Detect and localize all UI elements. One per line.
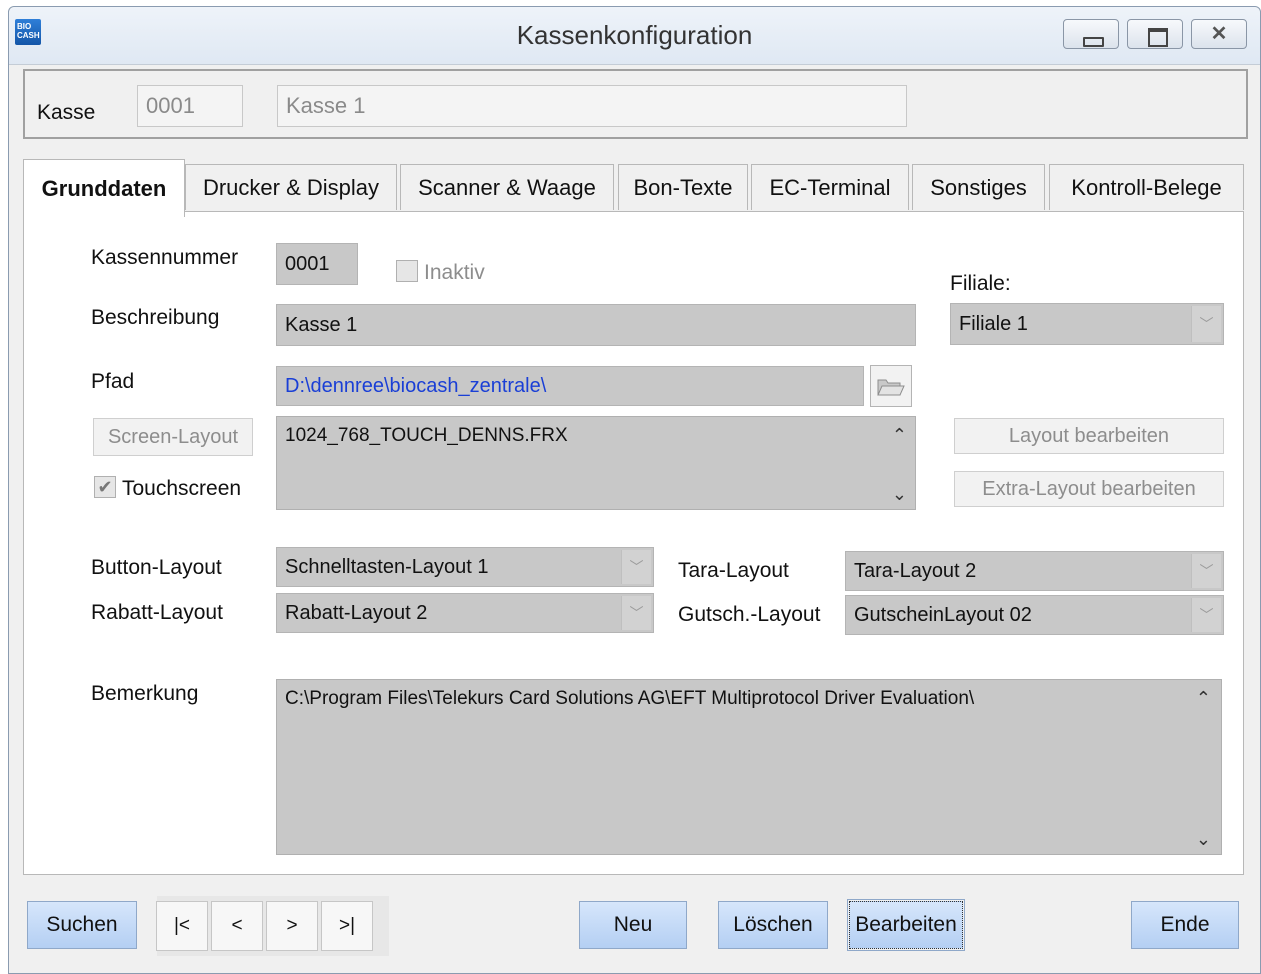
chevron-down-icon[interactable]: ﹀ [621, 550, 651, 584]
bemerkung-field[interactable]: C:\Program Files\Telekurs Card Solutions… [276, 679, 1222, 855]
close-button[interactable]: ✕ [1191, 19, 1247, 49]
title-bar[interactable]: BIO CASH Kassenkonfiguration ✕ [9, 7, 1260, 65]
inaktiv-label: Inaktiv [424, 261, 485, 284]
folder-open-icon [877, 379, 905, 396]
tara-layout-select[interactable]: Tara-Layout 2 ﹀ [845, 551, 1224, 591]
button-layout-label: Button-Layout [91, 556, 222, 579]
gutsch-layout-label: Gutsch.-Layout [678, 603, 821, 626]
kasse-number-field[interactable]: 0001 [137, 85, 243, 127]
screen-layout-value: 1024_768_TOUCH_DENNS.FRX [285, 425, 568, 446]
scroll-up-icon[interactable]: ⌃ [1196, 688, 1211, 709]
nav-first-button[interactable]: |< [156, 901, 208, 951]
pfad-label: Pfad [91, 370, 135, 393]
bemerkung-label: Bemerkung [91, 682, 199, 705]
screen-layout-button[interactable]: Screen-Layout [93, 418, 253, 456]
minimize-button[interactable] [1063, 19, 1119, 49]
minimize-icon [1064, 20, 1118, 48]
rabatt-layout-label: Rabatt-Layout [91, 601, 223, 624]
nav-last-button[interactable]: >| [321, 901, 373, 951]
bearbeiten-button[interactable]: Bearbeiten [847, 899, 965, 951]
kasse-header-group: Kasse 0001 Kasse 1 [23, 69, 1248, 139]
loeschen-button[interactable]: Löschen [718, 901, 828, 949]
kassennummer-label: Kassennummer [91, 246, 239, 269]
chevron-down-icon[interactable]: ﹀ [621, 596, 651, 630]
gutsch-layout-value: GutscheinLayout 02 [854, 603, 1032, 626]
gutsch-layout-select[interactable]: GutscheinLayout 02 ﹀ [845, 595, 1224, 635]
touchscreen-checkbox[interactable]: ✔ [94, 476, 116, 498]
tab-sonstiges[interactable]: Sonstiges [912, 164, 1045, 210]
tara-layout-label: Tara-Layout [678, 559, 789, 582]
nav-next-button[interactable]: > [266, 901, 318, 951]
kassenkonfiguration-window: BIO CASH Kassenkonfiguration ✕ Kasse 000… [8, 6, 1261, 974]
tab-kontroll-belege[interactable]: Kontroll-Belege [1049, 164, 1244, 210]
kassennummer-field[interactable]: 0001 [276, 243, 358, 285]
ende-button[interactable]: Ende [1131, 901, 1239, 949]
tab-ec-terminal[interactable]: EC-Terminal [751, 164, 909, 210]
beschreibung-field[interactable]: Kasse 1 [276, 304, 916, 346]
filiale-select-value: Filiale 1 [959, 312, 1028, 335]
chevron-down-icon[interactable]: ﹀ [1191, 306, 1221, 342]
scroll-up-icon[interactable]: ⌃ [892, 425, 907, 446]
chevron-down-icon[interactable]: ﹀ [1191, 598, 1221, 632]
bemerkung-value: C:\Program Files\Telekurs Card Solutions… [285, 688, 975, 709]
scroll-down-icon[interactable]: ⌄ [892, 484, 907, 505]
tab-grunddaten[interactable]: Grunddaten [23, 159, 185, 217]
browse-folder-button[interactable] [870, 365, 912, 407]
tab-scanner-waage[interactable]: Scanner & Waage [400, 164, 614, 210]
tab-bon-texte[interactable]: Bon-Texte [618, 164, 748, 210]
neu-button[interactable]: Neu [579, 901, 687, 949]
rabatt-layout-select[interactable]: Rabatt-Layout 2 ﹀ [276, 593, 654, 633]
filiale-label: Filiale: [950, 272, 1011, 295]
nav-prev-button[interactable]: < [211, 901, 263, 951]
close-icon: ✕ [1210, 23, 1228, 45]
rabatt-layout-value: Rabatt-Layout 2 [285, 601, 428, 624]
scroll-down-icon[interactable]: ⌄ [1196, 829, 1211, 850]
layout-bearbeiten-button[interactable]: Layout bearbeiten [954, 418, 1224, 454]
suchen-button[interactable]: Suchen [27, 901, 137, 949]
extra-layout-bearbeiten-button[interactable]: Extra-Layout bearbeiten [954, 471, 1224, 507]
inaktiv-checkbox[interactable] [396, 260, 418, 282]
tara-layout-value: Tara-Layout 2 [854, 559, 977, 582]
maximize-button[interactable] [1127, 19, 1183, 49]
tab-drucker-display[interactable]: Drucker & Display [185, 164, 397, 210]
button-layout-value: Schnelltasten-Layout 1 [285, 555, 489, 578]
screen-layout-field[interactable]: 1024_768_TOUCH_DENNS.FRX ⌃ ⌄ [276, 416, 916, 510]
button-layout-select[interactable]: Schnelltasten-Layout 1 ﹀ [276, 547, 654, 587]
filiale-select[interactable]: Filiale 1 ﹀ [950, 303, 1224, 345]
touchscreen-label: Touchscreen [122, 477, 242, 500]
kasse-name-field[interactable]: Kasse 1 [277, 85, 907, 127]
pfad-field[interactable]: D:\dennree\biocash_zentrale\ [276, 366, 864, 406]
kasse-label: Kasse [37, 101, 96, 124]
grunddaten-panel: Kassennummer 0001 Inaktiv Filiale: Filia… [23, 211, 1244, 875]
chevron-down-icon[interactable]: ﹀ [1191, 554, 1221, 588]
beschreibung-label: Beschreibung [91, 306, 220, 329]
maximize-icon [1128, 20, 1182, 48]
